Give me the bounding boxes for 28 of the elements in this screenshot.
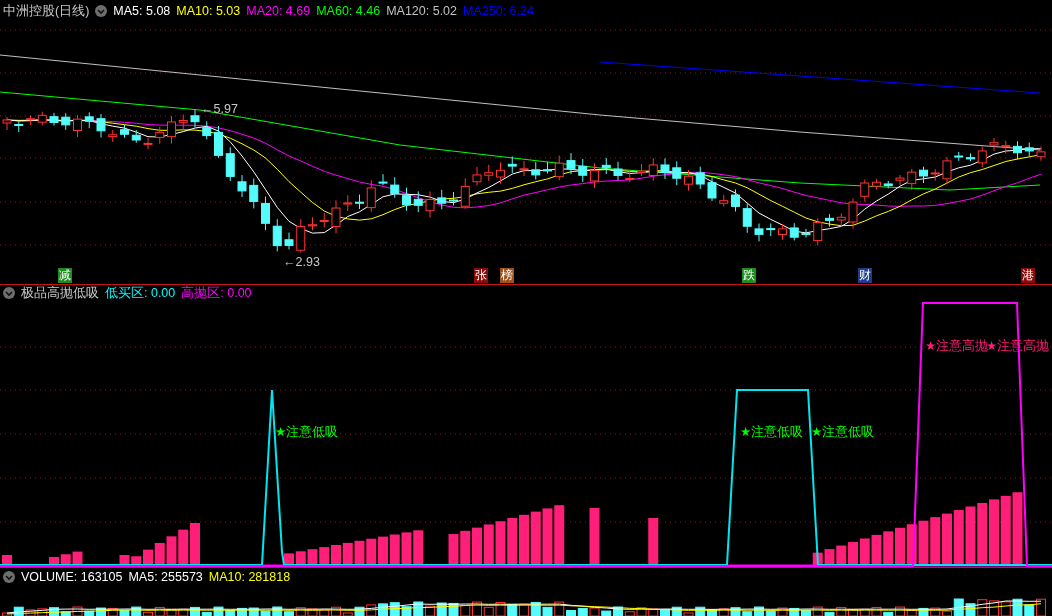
- indicator-value: MA60: 4.46: [316, 2, 381, 20]
- collapse-icon[interactable]: [95, 5, 108, 17]
- signal-label: ★注意低吸: [740, 426, 804, 439]
- event-marker[interactable]: 榜: [500, 268, 514, 283]
- indicator-value: 高抛区: 0.00: [181, 284, 252, 302]
- signal-label: ★注意低吸: [275, 426, 339, 439]
- event-marker[interactable]: 跌: [742, 268, 756, 283]
- indicator-value: MA250: 6.24: [463, 2, 534, 20]
- indicator-value: MA10: 281818: [208, 568, 291, 586]
- indicator-value: MA5: 5.08: [113, 2, 171, 20]
- price-label: ←5.97: [201, 103, 238, 116]
- chart-title: 中洲控股(日线): [3, 2, 90, 20]
- event-marker[interactable]: 减: [58, 268, 72, 283]
- indicator-value: MA20: 4.69: [246, 2, 311, 20]
- collapse-icon[interactable]: [3, 287, 15, 299]
- signal-label: ★注意高抛: [925, 340, 989, 353]
- indicator-value: VOLUME: 163105: [21, 568, 123, 586]
- price-label: ←2.93: [283, 256, 320, 269]
- indicator-value: MA5: 255573: [128, 568, 203, 586]
- event-marker[interactable]: 财: [858, 268, 872, 283]
- event-marker[interactable]: 张: [474, 268, 488, 283]
- event-marker[interactable]: 港: [1021, 268, 1035, 283]
- indicator-value: MA120: 5.02: [386, 2, 457, 20]
- indicator-value: 低买区: 0.00: [105, 284, 176, 302]
- signal-label: ★注意低吸: [811, 426, 875, 439]
- collapse-icon[interactable]: [3, 571, 15, 583]
- indicator-value: MA10: 5.03: [176, 2, 241, 20]
- indicator-title: 极品高抛低吸: [21, 284, 99, 302]
